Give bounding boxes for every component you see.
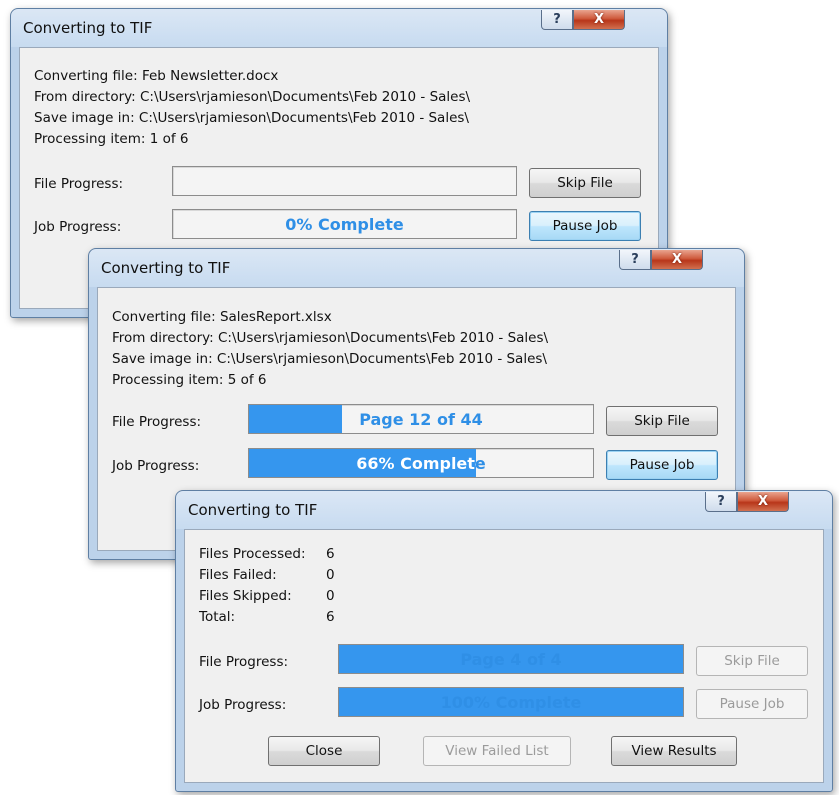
dialog-window-3: Converting to TIF ? X Files Processed: 6… xyxy=(175,490,833,792)
file-progress-text: Page 12 of 44 xyxy=(249,405,593,433)
close-window-button[interactable]: X xyxy=(651,250,703,270)
pause-job-button[interactable]: Pause Job xyxy=(696,689,808,719)
file-progress-bar: Page 4 of 4 xyxy=(338,644,684,674)
skip-file-button[interactable]: Skip File xyxy=(696,646,808,676)
window-title: Converting to TIF xyxy=(23,19,153,37)
total-value: 6 xyxy=(326,609,335,625)
save-image-text: Save image in: C:\Users\rjamieson\Docume… xyxy=(112,351,547,367)
help-button[interactable]: ? xyxy=(619,250,651,270)
job-progress-label: Job Progress: xyxy=(112,458,200,474)
help-button[interactable]: ? xyxy=(541,10,573,30)
title-bar[interactable]: Converting to TIF ? X xyxy=(89,249,744,287)
file-progress-text: Page 4 of 4 xyxy=(460,649,562,669)
files-processed-value: 6 xyxy=(326,546,335,562)
job-progress-label: Job Progress: xyxy=(34,219,122,235)
job-progress-text: 66% Complete xyxy=(249,449,593,477)
pause-job-button[interactable]: Pause Job xyxy=(606,450,718,480)
pause-job-button[interactable]: Pause Job xyxy=(529,211,641,241)
skip-file-button[interactable]: Skip File xyxy=(606,406,718,436)
title-bar[interactable]: Converting to TIF ? X xyxy=(176,491,832,529)
files-skipped-value: 0 xyxy=(326,588,335,604)
file-progress-bar xyxy=(172,166,517,196)
processing-item-text: Processing item: 5 of 6 xyxy=(112,372,267,388)
view-failed-list-button[interactable]: View Failed List xyxy=(423,736,571,766)
job-progress-text: 100% Complete xyxy=(440,692,582,712)
file-progress-bar: Page 12 of 44 xyxy=(248,404,594,434)
files-failed-label: Files Failed: xyxy=(199,567,277,583)
file-progress-label: File Progress: xyxy=(112,414,202,430)
from-directory-text: From directory: C:\Users\rjamieson\Docum… xyxy=(34,89,471,105)
file-progress-text xyxy=(173,167,516,195)
total-label: Total: xyxy=(199,609,236,625)
skip-file-button[interactable]: Skip File xyxy=(529,168,641,198)
converting-file-text: Converting file: SalesReport.xlsx xyxy=(112,309,332,325)
file-progress-label: File Progress: xyxy=(34,176,124,192)
job-progress-bar: 100% Complete xyxy=(338,687,684,717)
files-processed-label: Files Processed: xyxy=(199,546,306,562)
window-title: Converting to TIF xyxy=(101,259,231,277)
view-results-button[interactable]: View Results xyxy=(611,736,737,766)
processing-item-text: Processing item: 1 of 6 xyxy=(34,131,189,147)
converting-file-text: Converting file: Feb Newsletter.docx xyxy=(34,68,279,84)
save-image-text: Save image in: C:\Users\rjamieson\Docume… xyxy=(34,110,469,126)
file-progress-label: File Progress: xyxy=(199,654,289,670)
help-button[interactable]: ? xyxy=(705,492,737,512)
files-failed-value: 0 xyxy=(326,567,335,583)
job-progress-bar: 0% Complete xyxy=(172,209,517,239)
window-title: Converting to TIF xyxy=(188,501,318,519)
job-progress-bar: 66% Complete xyxy=(248,448,594,478)
from-directory-text: From directory: C:\Users\rjamieson\Docum… xyxy=(112,330,549,346)
close-window-button[interactable]: X xyxy=(573,10,625,30)
job-progress-label: Job Progress: xyxy=(199,697,287,713)
job-progress-text: 0% Complete xyxy=(285,214,404,234)
title-bar[interactable]: Converting to TIF ? X xyxy=(11,9,667,47)
close-window-button[interactable]: X xyxy=(737,492,789,512)
files-skipped-label: Files Skipped: xyxy=(199,588,292,604)
close-button[interactable]: Close xyxy=(268,736,380,766)
dialog-body: Files Processed: 6 Files Failed: 0 Files… xyxy=(184,529,824,783)
